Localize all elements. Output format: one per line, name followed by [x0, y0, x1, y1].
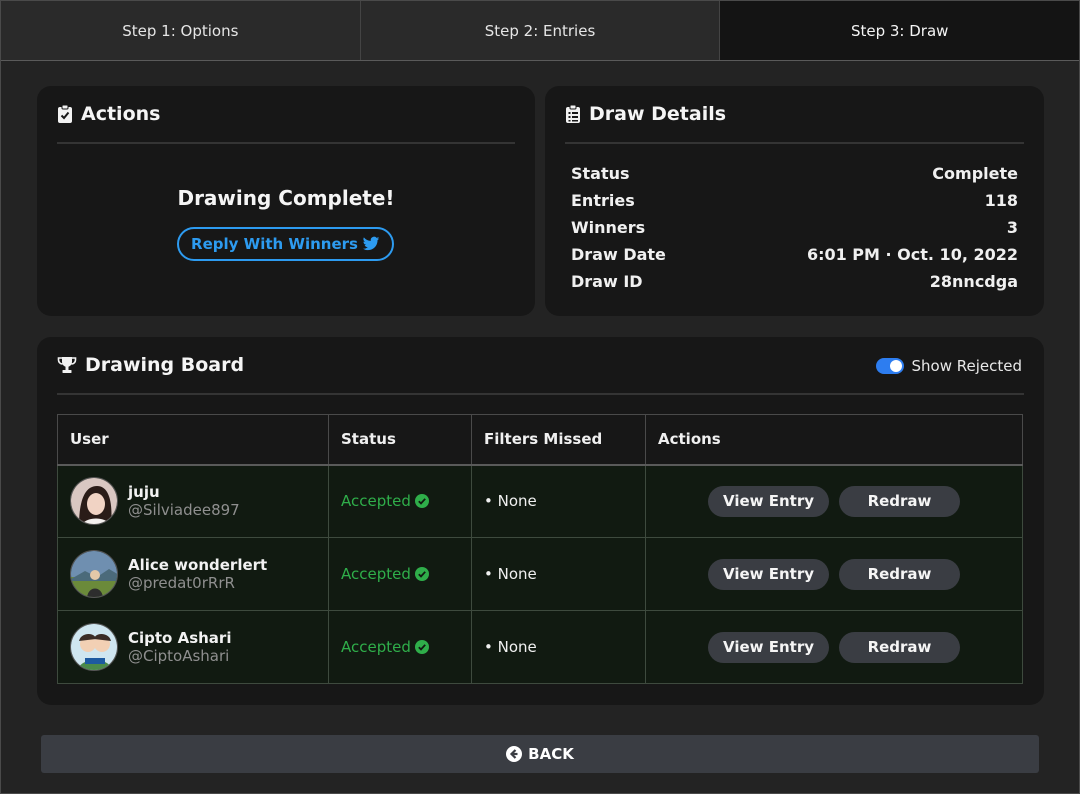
avatar[interactable]	[70, 477, 118, 526]
detail-value: 3	[1006, 217, 1018, 237]
back-label: BACK	[528, 745, 574, 763]
view-entry-button[interactable]: View Entry	[708, 631, 829, 663]
detail-value: 118	[984, 190, 1018, 210]
draw-details-title: Draw Details	[589, 103, 727, 125]
trophy-icon	[57, 356, 77, 374]
user-cell: Cipto Ashari @CiptoAshari	[57, 610, 329, 684]
clipboard-check-icon	[57, 104, 73, 124]
user-name: Alice wonderlert	[128, 556, 268, 574]
avatar[interactable]	[70, 550, 118, 598]
step-tabs: Step 1: Options Step 2: Entries Step 3: …	[1, 1, 1080, 61]
column-header-filters-missed: Filters Missed	[471, 414, 646, 466]
drawing-board-title: Drawing Board	[85, 354, 245, 376]
filters-missed-cell: • None	[471, 464, 646, 538]
drawing-board-table: User Status Filters Missed Actions juju …	[57, 414, 1023, 684]
detail-value: Complete	[932, 163, 1018, 183]
detail-label: Draw Date	[571, 244, 666, 264]
check-circle-icon	[414, 640, 429, 654]
clipboard-list-icon	[565, 104, 581, 124]
user-name: Cipto Ashari	[128, 629, 232, 647]
show-rejected-control: Show Rejected	[875, 357, 1023, 375]
status-cell: Accepted	[328, 610, 472, 684]
tab-step-3-draw[interactable]: Step 3: Draw	[720, 1, 1080, 60]
detail-row-draw-id: Draw ID 28nncdga	[571, 268, 1018, 294]
column-header-status: Status	[328, 414, 472, 466]
detail-label: Status	[571, 163, 630, 183]
actions-card: Actions Drawing Complete! Reply With Win…	[37, 86, 535, 316]
arrow-left-circle-icon	[506, 746, 523, 762]
status-cell: Accepted	[328, 537, 472, 611]
status-text: Accepted	[341, 638, 411, 656]
redraw-button[interactable]: Redraw	[839, 558, 960, 590]
user-handle[interactable]: @CiptoAshari	[128, 647, 231, 665]
actions-cell: View Entry Redraw	[645, 464, 1023, 538]
draw-details-header: Draw Details	[565, 86, 1024, 144]
user-handle[interactable]: @Silviadee897	[128, 501, 240, 519]
actions-title: Actions	[81, 103, 161, 125]
check-circle-icon	[414, 494, 429, 509]
user-cell: Alice wonderlert @predat0rRrR	[57, 537, 329, 611]
view-entry-button[interactable]: View Entry	[708, 558, 829, 590]
detail-label: Entries	[571, 190, 635, 210]
check-circle-icon	[414, 567, 429, 581]
user-name: juju	[128, 483, 160, 502]
status-text: Accepted	[341, 565, 411, 583]
table-row: juju @Silviadee897 Accepted • None View …	[57, 464, 1023, 538]
avatar[interactable]	[70, 623, 118, 671]
filters-missed-cell: • None	[471, 610, 646, 684]
redraw-button[interactable]: Redraw	[839, 485, 960, 517]
show-rejected-label: Show Rejected	[911, 357, 1023, 375]
detail-row-winners: Winners 3	[571, 214, 1018, 240]
table-header-row: User Status Filters Missed Actions	[57, 414, 1023, 466]
draw-details-card: Draw Details Status Complete Entries 118…	[545, 86, 1044, 316]
actions-cell: View Entry Redraw	[645, 537, 1023, 611]
user-cell: juju @Silviadee897	[57, 464, 329, 538]
detail-value: 28nncdga	[929, 271, 1018, 291]
column-header-actions: Actions	[645, 414, 1023, 466]
twitter-bird-icon	[362, 236, 380, 252]
table-row: Cipto Ashari @CiptoAshari Accepted • Non…	[57, 610, 1023, 684]
detail-row-entries: Entries 118	[571, 187, 1018, 213]
detail-value: 6:01 PM · Oct. 10, 2022	[806, 244, 1018, 264]
user-handle[interactable]: @predat0rRrR	[128, 574, 267, 592]
detail-row-status: Status Complete	[571, 160, 1018, 186]
actions-cell: View Entry Redraw	[645, 610, 1023, 684]
tab-step-2-entries[interactable]: Step 2: Entries	[360, 1, 721, 60]
drawing-board-card: Drawing Board Show Rejected User Status …	[37, 337, 1044, 705]
status-cell: Accepted	[328, 464, 472, 538]
column-header-user: User	[57, 414, 329, 466]
detail-row-draw-date: Draw Date 6:01 PM · Oct. 10, 2022	[571, 241, 1018, 267]
drawing-complete-text: Drawing Complete!	[177, 186, 395, 210]
reply-with-winners-label: Reply With Winners	[191, 235, 358, 253]
back-button[interactable]: BACK	[41, 735, 1039, 773]
tab-step-1-options[interactable]: Step 1: Options	[1, 1, 361, 60]
show-rejected-toggle[interactable]	[875, 358, 904, 374]
actions-card-header: Actions	[57, 86, 515, 144]
filters-missed-cell: • None	[471, 537, 646, 611]
detail-label: Draw ID	[571, 271, 643, 291]
status-text: Accepted	[341, 492, 411, 511]
detail-label: Winners	[571, 217, 646, 237]
view-entry-button[interactable]: View Entry	[708, 485, 829, 517]
redraw-button[interactable]: Redraw	[839, 631, 960, 663]
table-row: Alice wonderlert @predat0rRrR Accepted •…	[57, 537, 1023, 611]
reply-with-winners-button[interactable]: Reply With Winners	[177, 227, 394, 261]
